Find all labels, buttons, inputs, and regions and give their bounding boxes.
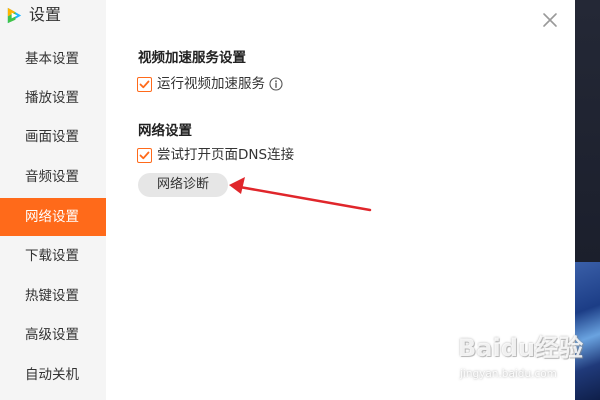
- sidebar-item-label: 画面设置: [25, 129, 79, 145]
- sidebar-item-picture[interactable]: 画面设置: [0, 118, 106, 156]
- settings-dialog: 设置 基本设置 播放设置 画面设置 音频设置 网络设置 下载设置 热键设置 高级…: [0, 0, 575, 400]
- video-accel-section-title: 视频加速服务设置: [138, 50, 246, 66]
- dns-row: 尝试打开页面DNS连接: [137, 146, 294, 164]
- close-icon[interactable]: [541, 11, 559, 29]
- video-accel-row: 运行视频加速服务: [137, 75, 283, 93]
- network-section-title: 网络设置: [138, 123, 192, 139]
- dialog-title: 设置: [29, 5, 62, 24]
- sidebar-item-label: 热键设置: [25, 288, 79, 304]
- sidebar-item-label: 高级设置: [25, 327, 79, 343]
- dns-checkbox[interactable]: [137, 147, 152, 163]
- tencent-video-logo-icon: [7, 7, 22, 24]
- sidebar-item-auto-shutdown[interactable]: 自动关机: [0, 356, 106, 394]
- sidebar-item-playback[interactable]: 播放设置: [0, 79, 106, 117]
- sidebar-item-label: 下载设置: [25, 248, 79, 264]
- sidebar-item-label: 基本设置: [25, 51, 79, 67]
- sidebar-item-label: 播放设置: [25, 90, 79, 106]
- sidebar-item-basic[interactable]: 基本设置: [0, 40, 106, 78]
- background-app-dark-panel: [575, 0, 600, 262]
- network-diagnose-button[interactable]: 网络诊断: [138, 173, 228, 197]
- background-app-image: [575, 262, 600, 400]
- checkmark-icon: [139, 80, 150, 88]
- sidebar-item-download[interactable]: 下载设置: [0, 237, 106, 275]
- dns-checkbox-label: 尝试打开页面DNS连接: [157, 147, 295, 163]
- background-app-window: [575, 0, 600, 400]
- info-icon[interactable]: [269, 77, 283, 91]
- dialog-title-bar: 设置: [0, 0, 106, 36]
- sidebar-item-network[interactable]: 网络设置: [0, 198, 106, 236]
- sidebar-item-advanced[interactable]: 高级设置: [0, 316, 106, 354]
- screen: 设置 基本设置 播放设置 画面设置 音频设置 网络设置 下载设置 热键设置 高级…: [0, 0, 600, 400]
- sidebar-item-label: 网络设置: [25, 209, 79, 225]
- sidebar-item-audio[interactable]: 音频设置: [0, 158, 106, 196]
- checkmark-icon: [139, 151, 150, 159]
- sidebar-item-label: 音频设置: [25, 169, 79, 185]
- sidebar-item-hotkey[interactable]: 热键设置: [0, 277, 106, 315]
- video-accel-checkbox[interactable]: [137, 76, 152, 92]
- settings-sidebar: 设置 基本设置 播放设置 画面设置 音频设置 网络设置 下载设置 热键设置 高级…: [0, 0, 106, 400]
- video-accel-checkbox-label: 运行视频加速服务: [157, 76, 265, 92]
- sidebar-item-label: 自动关机: [25, 367, 79, 383]
